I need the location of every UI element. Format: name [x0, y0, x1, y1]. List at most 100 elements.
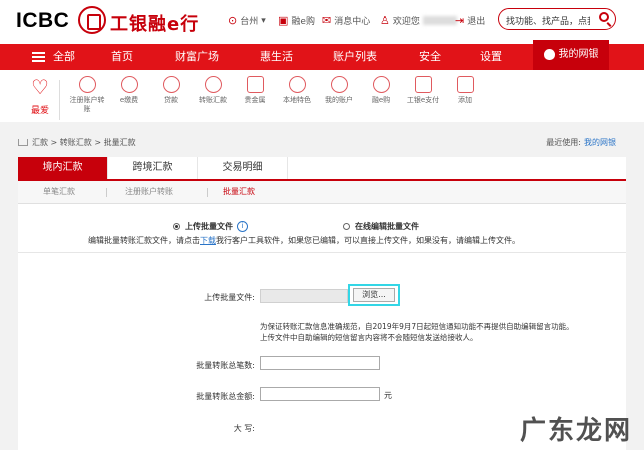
- quick-label: 贷款: [164, 96, 178, 104]
- hint-text-before: 编辑批量转账汇款文件，请点击: [88, 236, 200, 245]
- quick-my-account[interactable]: 我的账户: [319, 76, 359, 105]
- radio-upload-file[interactable]: [173, 223, 180, 230]
- tab-domestic-remittance[interactable]: 境内汇款: [18, 157, 108, 179]
- quick-e-pay[interactable]: 工银e支付: [403, 76, 443, 105]
- nav-all[interactable]: 全部: [53, 44, 75, 70]
- main-nav: 全部 首页 财富广场 惠生活 账户列表 安全 设置 我的网银: [0, 40, 644, 70]
- batch-count-input[interactable]: [260, 356, 380, 370]
- quick-e-payment[interactable]: e缴费: [109, 76, 149, 105]
- uppercase-amount-label: 大 写:: [233, 424, 255, 433]
- quick-precious-metal[interactable]: 贵金属: [235, 76, 275, 105]
- subtab-batch[interactable]: 批量汇款: [223, 181, 255, 203]
- nav-settings[interactable]: 设置: [480, 44, 502, 70]
- tab-bar: 境内汇款 跨境汇款 交易明细: [18, 157, 626, 181]
- favorites-label: 最爱: [30, 106, 49, 116]
- search-input[interactable]: [506, 13, 590, 31]
- radio-online-edit[interactable]: [343, 223, 350, 230]
- tab-transaction-details[interactable]: 交易明细: [198, 157, 288, 179]
- local-icon: [288, 76, 306, 93]
- search-box: [498, 8, 616, 31]
- shop-icon: ▣: [278, 14, 289, 27]
- logout-icon: ⇥: [455, 14, 465, 27]
- browse-button[interactable]: 浏览...: [353, 288, 395, 302]
- download-link[interactable]: 下载: [200, 236, 216, 245]
- logout-link[interactable]: ⇥ 退出: [455, 14, 485, 27]
- yen-icon: [330, 76, 348, 93]
- gold-bar-icon: [246, 76, 264, 93]
- icbc-seal-icon: [78, 6, 106, 34]
- quick-registered-transfer[interactable]: 注册账户转账: [67, 76, 107, 114]
- subtab-separator: [207, 188, 208, 197]
- amount-unit: 元: [384, 391, 392, 400]
- quick-label: 注册账户转账: [69, 96, 105, 113]
- batch-amount-input[interactable]: [260, 387, 380, 401]
- online-edit-label: 在线编辑批量文件: [355, 222, 419, 231]
- nav-account-list[interactable]: 账户列表: [333, 44, 377, 70]
- shop-link-label: 融e购: [291, 17, 315, 27]
- message-center-link[interactable]: ✉ 消息中心: [322, 14, 370, 27]
- hint-text-after: 我行客户工具软件，如果您已编辑，可以直接上传文件，如果没有，请编辑上传文件。: [216, 236, 520, 245]
- brand-name: 工银融e行: [110, 14, 200, 35]
- quick-label: 本地特色: [283, 96, 311, 104]
- welcome-label: 欢迎您: [392, 17, 420, 27]
- quick-loan[interactable]: 贷款: [151, 76, 191, 105]
- menu-icon[interactable]: [32, 52, 45, 54]
- breadcrumb-path: 汇款 > 转账汇款 > 批量汇款: [32, 138, 136, 147]
- quick-label: 转账汇款: [199, 96, 227, 104]
- upload-hint: 编辑批量转账汇款文件，请点击下载我行客户工具软件，如果您已编辑，可以直接上传文件…: [88, 235, 520, 246]
- quick-access-bar: ♡ 最爱 注册账户转账 e缴费 贷款 转账汇款 贵金属 本地特色 我的账户 融e…: [0, 70, 644, 122]
- quick-label: 我的账户: [325, 96, 353, 104]
- quick-divider: [59, 80, 60, 120]
- favorites[interactable]: ♡ 最爱: [25, 76, 55, 116]
- subtab-bar: 单笔汇款 注册账户转账 批量汇款: [18, 181, 626, 204]
- message-center-label: 消息中心: [334, 17, 371, 27]
- quick-label: e缴费: [119, 96, 139, 104]
- amount-label: 批量转账总金额:: [196, 392, 255, 401]
- quick-remittance[interactable]: 转账汇款: [193, 76, 233, 105]
- notice-line-2: 上传文件中自助编辑的短信留言内容将不会随短信发送给接收人。: [260, 333, 478, 342]
- exchange-icon: [204, 76, 222, 93]
- quick-label: 工银e支付: [406, 96, 440, 104]
- mail-icon: ✉: [322, 14, 332, 27]
- chevron-down-icon: ▾: [261, 15, 266, 26]
- masked-username: [422, 16, 457, 25]
- user-welcome[interactable]: ♙ 欢迎您: [380, 14, 457, 27]
- subtab-single[interactable]: 单笔汇款: [43, 181, 75, 203]
- quick-label: 添加: [458, 96, 472, 104]
- recent-used: 最近使用: 我的网银: [546, 137, 616, 148]
- nav-home[interactable]: 首页: [111, 44, 133, 70]
- home-icon[interactable]: [18, 139, 28, 146]
- upload-file-label: 上传批量文件: [185, 222, 233, 231]
- location-selector[interactable]: ⊙ 台州 ▾: [228, 14, 266, 27]
- quick-add[interactable]: 添加: [445, 76, 485, 105]
- icbc-logo[interactable]: ICBC: [16, 9, 69, 33]
- drop-icon: [120, 76, 138, 93]
- file-path-field[interactable]: [260, 289, 348, 303]
- subtab-separator: [106, 188, 107, 197]
- subtab-registered-transfer[interactable]: 注册账户转账: [125, 181, 173, 203]
- my-bank-button[interactable]: 我的网银: [533, 40, 609, 70]
- shop-link[interactable]: ▣ 融e购: [278, 14, 315, 27]
- browse-highlight: 浏览...: [348, 284, 400, 306]
- quick-e-shop[interactable]: 融e购: [361, 76, 401, 105]
- option-online-edit[interactable]: 在线编辑批量文件: [343, 221, 419, 232]
- info-icon[interactable]: i: [237, 221, 248, 232]
- quick-label: 融e购: [371, 96, 391, 104]
- option-upload-file[interactable]: 上传批量文件 i: [173, 221, 248, 232]
- shop-icon: [372, 76, 390, 93]
- nav-security[interactable]: 安全: [419, 44, 441, 70]
- section-divider: [18, 252, 626, 253]
- nav-wealth-square[interactable]: 财富广场: [175, 44, 219, 70]
- quick-label: 贵金属: [244, 96, 266, 104]
- breadcrumb: 汇款 > 转账汇款 > 批量汇款 最近使用: 我的网银: [18, 137, 626, 153]
- file-label: 上传批量文件:: [204, 293, 255, 302]
- quick-local-feature[interactable]: 本地特色: [277, 76, 317, 105]
- nav-life[interactable]: 惠生活: [260, 44, 293, 70]
- wallet-icon: [414, 76, 432, 93]
- search-icon[interactable]: [599, 12, 609, 22]
- sms-notice: 为保证转账汇款信息准确规范，自2019年9月7日起短信通知功能不再提供自助编辑留…: [260, 321, 574, 343]
- recent-link[interactable]: 我的网银: [584, 138, 616, 147]
- transfer-icon: [78, 76, 96, 93]
- heart-icon: ♡: [31, 75, 49, 99]
- tab-cross-border-remittance[interactable]: 跨境汇款: [108, 157, 198, 179]
